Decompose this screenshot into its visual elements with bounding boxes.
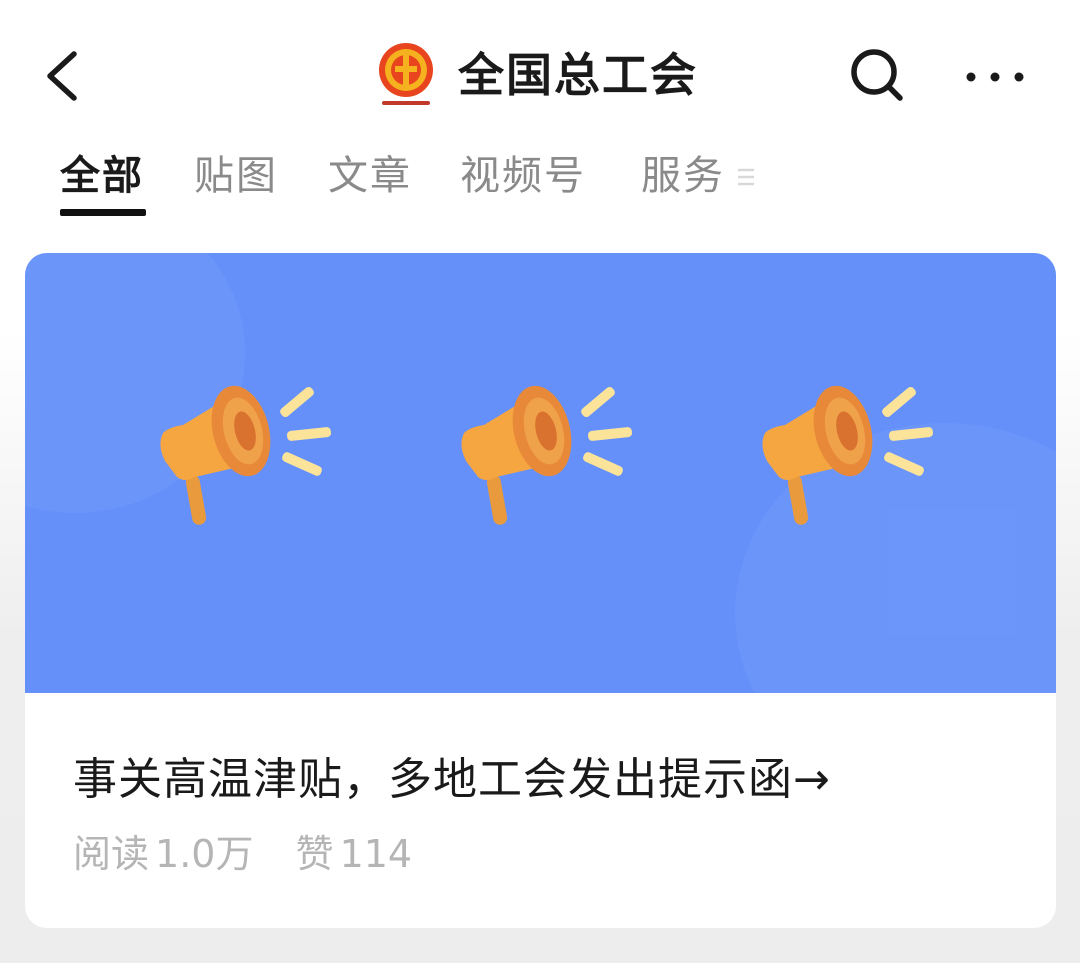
tab-all[interactable]: 全部 <box>60 145 144 209</box>
megaphone-icon <box>155 373 345 543</box>
search-button[interactable] <box>842 40 912 110</box>
back-arrow-icon <box>47 51 77 101</box>
like-value: 114 <box>339 832 413 876</box>
active-tab-indicator <box>60 209 146 216</box>
article-card[interactable]: 事关高温津贴，多地工会发出提示函→ 阅读 1.0万 赞 114 <box>25 253 1056 928</box>
megaphone-icon <box>456 373 646 543</box>
union-logo <box>376 41 436 109</box>
article-stats: 阅读 1.0万 赞 114 <box>73 823 442 878</box>
tab-overflow-icon[interactable] <box>736 162 756 192</box>
article-title[interactable]: 事关高温津贴，多地工会发出提示函→ <box>73 743 831 807</box>
more-button[interactable] <box>962 52 1028 102</box>
tab-articles[interactable]: 文章 <box>328 145 412 209</box>
megaphone-icon <box>757 373 947 543</box>
tab-stickers[interactable]: 贴图 <box>194 145 278 209</box>
top-bar: 全国总工会 <box>0 0 1080 150</box>
search-icon <box>851 49 903 101</box>
like-label: 赞 <box>295 832 334 876</box>
tab-bar: 全部 贴图 文章 视频号 服务 <box>0 145 1080 225</box>
more-dots-icon <box>966 72 1024 82</box>
tab-services[interactable]: 服务 <box>641 145 725 209</box>
account-header: 全国总工会 <box>376 40 698 110</box>
like-count: 赞 114 <box>296 832 413 876</box>
back-button[interactable] <box>38 44 98 108</box>
tab-channels[interactable]: 视频号 <box>460 145 586 209</box>
page-title: 全国总工会 <box>458 48 698 102</box>
read-value: 1.0万 <box>155 832 254 876</box>
read-label: 阅读 <box>73 832 150 876</box>
read-count: 阅读 1.0万 <box>73 832 253 876</box>
article-banner[interactable] <box>25 253 1056 693</box>
